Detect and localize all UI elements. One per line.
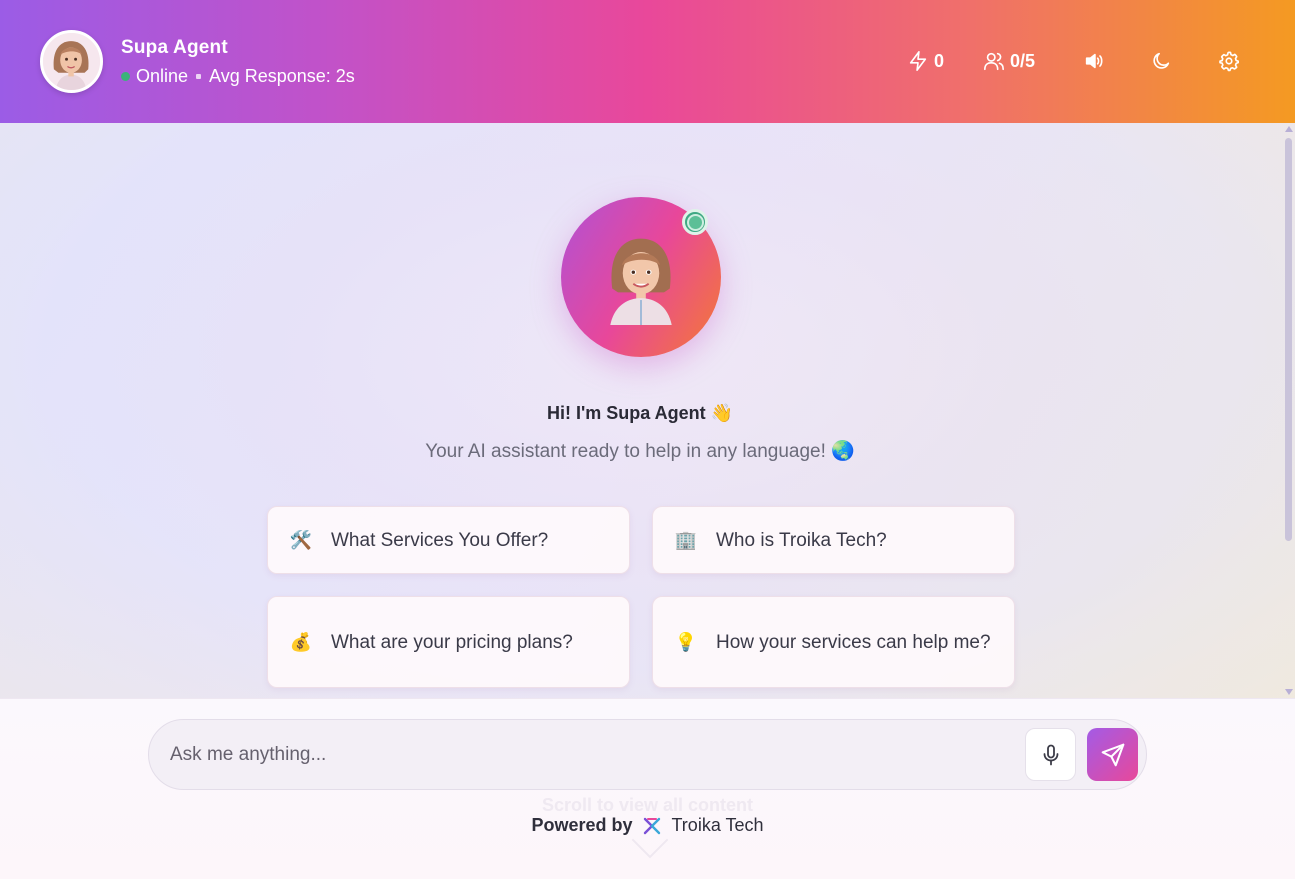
lightbulb-icon: 💡 [674,631,698,652]
chat-body: Hi! I'm Supa Agent 👋 Your AI assistant r… [0,123,1295,698]
lightning-icon [909,51,927,71]
suggestion-services[interactable]: 🛠️ What Services You Offer? [267,506,630,574]
microphone-icon [1043,744,1058,765]
send-button[interactable] [1087,728,1138,781]
energy-count: 0 [934,50,945,71]
message-composer [148,719,1147,790]
suggestion-pricing[interactable]: 💰 What are your pricing plans? [267,596,630,688]
settings-button[interactable] [1218,50,1240,72]
chat-scrollbar[interactable] [1283,123,1295,698]
users-count: 0/5 [1010,50,1036,71]
online-indicator [682,209,708,235]
status-text: Online [136,65,189,86]
agent-name: Supa Agent [121,36,228,58]
gear-icon [1219,51,1239,72]
online-status-dot [121,71,130,81]
voice-input-button[interactable] [1025,728,1076,781]
scrollbar-thumb[interactable] [1285,138,1292,541]
energy-counter[interactable]: 0 [907,50,944,72]
dark-mode-toggle-button[interactable] [1150,50,1172,72]
message-input[interactable] [170,743,1010,766]
troika-logo-icon [644,817,661,834]
suggestion-label: What Services You Offer? [331,529,549,551]
suggestion-help[interactable]: 💡 How your services can help me? [652,596,1015,688]
agent-info: Supa Agent Online Avg Response: 2s [121,37,355,87]
scroll-hint-text: Scroll to view all content [541,795,754,815]
greeting-title: Hi! I'm Supa Agent 👋 [546,403,734,423]
users-icon [984,52,1004,71]
agent-portrait [610,238,672,325]
scroll-down-arrow[interactable] [1285,689,1293,695]
money-bag-icon: 💰 [289,631,313,652]
status-line: Online Avg Response: 2s [121,66,355,87]
scroll-up-arrow[interactable] [1285,126,1293,132]
avg-response-text: Avg Response: 2s [209,65,355,86]
moon-icon [1153,52,1170,69]
tools-icon: 🛠️ [289,529,313,550]
users-counter[interactable]: 0/5 [983,50,1035,72]
chat-footer: Scroll to view all content Powered by Tr… [0,698,1295,879]
troika-tech-link[interactable]: Troika Tech [671,815,763,836]
chat-header: Supa Agent Online Avg Response: 2s 0 0/5 [0,0,1295,123]
powered-by-label: Powered by [531,815,633,835]
powered-by: Powered by Troika Tech [0,815,1295,836]
building-icon: 🏢 [674,529,698,550]
volume-icon [1085,53,1103,69]
sound-toggle-button[interactable] [1083,50,1105,72]
agent-avatar [40,30,103,93]
suggestion-label: Who is Troika Tech? [716,529,887,551]
hero-avatar [561,197,721,357]
send-icon [1101,743,1124,766]
suggestion-label: How your services can help me? [716,631,991,653]
status-separator [196,73,202,79]
suggestion-about[interactable]: 🏢 Who is Troika Tech? [652,506,1015,574]
greeting-subtitle: Your AI assistant ready to help in any l… [425,441,855,462]
suggestion-label: What are your pricing plans? [331,631,573,653]
